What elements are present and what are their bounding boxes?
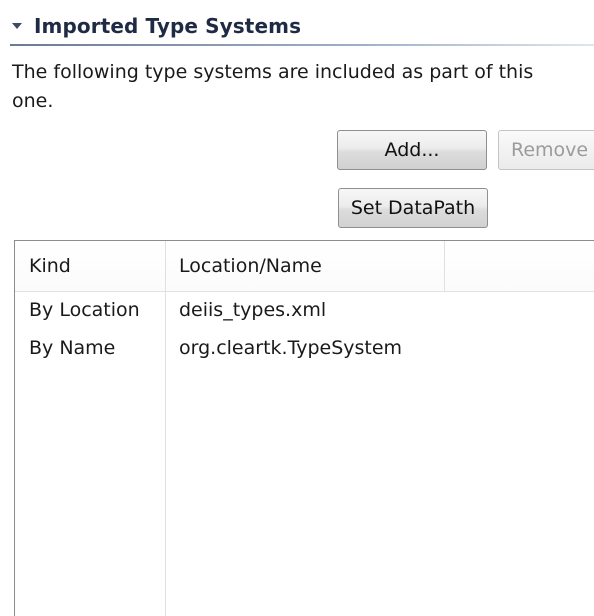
remove-button[interactable]: Remove (498, 130, 594, 170)
table-row[interactable]: By Location deiis_types.xml (15, 291, 594, 329)
section-title: Imported Type Systems (34, 14, 302, 38)
column-divider[interactable] (444, 241, 445, 291)
column-header-location-name[interactable]: Location/Name (179, 241, 322, 291)
triangle-down-icon (12, 23, 22, 29)
set-datapath-button[interactable]: Set DataPath (338, 188, 488, 228)
table-row[interactable]: By Name org.cleartk.TypeSystem (15, 329, 594, 367)
cell-kind: By Name (29, 337, 116, 359)
cell-location-name: org.cleartk.TypeSystem (179, 337, 403, 359)
add-button[interactable]: Add... (337, 130, 487, 170)
imported-type-systems-page: Imported Type Systems The following type… (0, 0, 594, 616)
section-divider (10, 44, 594, 46)
expand-collapse-icon[interactable] (10, 19, 24, 33)
cell-kind: By Location (29, 299, 140, 321)
section-description: The following type systems are included … (12, 61, 534, 112)
add-button-label: Add... (384, 139, 440, 161)
table-header: Kind Location/Name (15, 241, 594, 292)
set-datapath-button-label: Set DataPath (350, 197, 476, 219)
remove-button-label: Remove (511, 139, 589, 161)
imported-type-systems-table[interactable]: Kind Location/Name By Location deiis_typ… (14, 240, 594, 616)
cell-location-name: deiis_types.xml (179, 299, 327, 321)
section-header-imported-type-systems[interactable]: Imported Type Systems (10, 8, 594, 44)
column-header-kind[interactable]: Kind (29, 241, 71, 291)
